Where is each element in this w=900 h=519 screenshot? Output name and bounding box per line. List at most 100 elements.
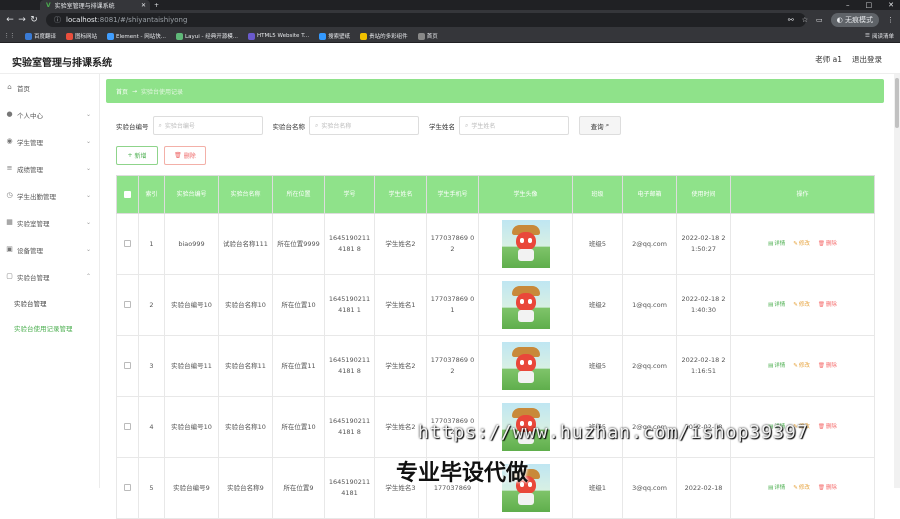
- bookmark-6-label: 贵站的多彩组件: [369, 34, 408, 40]
- row-checkbox[interactable]: [116, 274, 139, 336]
- apps-icon[interactable]: ⋮⋮: [4, 33, 15, 39]
- row-checkbox[interactable]: [116, 213, 139, 275]
- bookmark-3-label: Layui - 经典开源模...: [185, 34, 238, 40]
- col-header[interactable]: 电子邮箱: [622, 175, 677, 214]
- sidebar-item-profile[interactable]: ● 个人中心 ⌄: [0, 101, 99, 128]
- maximize-icon[interactable]: □: [866, 1, 873, 9]
- detail-button[interactable]: ▤ 详情: [768, 300, 785, 311]
- delete-button[interactable]: 🗑 删除: [164, 146, 206, 165]
- edit-button[interactable]: ✎ 修改: [793, 361, 810, 372]
- edit-button[interactable]: ✎ 修改: [793, 483, 810, 494]
- cell-name: 学生姓名2: [374, 335, 427, 397]
- row-delete-button[interactable]: 🗑 删除: [818, 483, 837, 494]
- row-delete-button[interactable]: 🗑 删除: [818, 361, 837, 372]
- sidebar-subitem-bench-manage[interactable]: 实验台管理: [0, 290, 99, 315]
- row-delete-label: 删除: [825, 484, 837, 491]
- add-button[interactable]: + 新增: [116, 146, 158, 165]
- tab-close-icon[interactable]: ✕: [141, 2, 146, 9]
- bookmark-5-label: 搜索壁纸: [328, 34, 351, 40]
- cell-index: 4: [138, 396, 165, 458]
- logout-link[interactable]: 退出登录: [852, 54, 882, 65]
- col-header[interactable]: 使用时间: [676, 175, 731, 214]
- reading-list[interactable]: ☰ 阅读清单: [865, 32, 894, 40]
- new-tab-icon[interactable]: +: [154, 0, 159, 10]
- col-header[interactable]: 实验台名称: [218, 175, 273, 214]
- detail-button[interactable]: ▤ 详情: [768, 483, 785, 494]
- cell-student-no: 16451902114181 8: [324, 396, 375, 458]
- query-button[interactable]: 查询 ⌕: [579, 116, 621, 135]
- cell-index: 3: [138, 335, 165, 397]
- col-header[interactable]: 实验台编号: [164, 175, 219, 214]
- close-window-icon[interactable]: ✕: [888, 1, 894, 9]
- cell-class: 班级5: [572, 335, 623, 397]
- col-header[interactable]: 学生手机号: [426, 175, 479, 214]
- bench-name-input[interactable]: ⌕ 实验台名称: [309, 116, 419, 135]
- page-scrollbar[interactable]: [894, 74, 900, 488]
- chevron-down-icon: ⌄: [85, 246, 91, 253]
- bookmark-2[interactable]: Element - 网站快...: [107, 32, 166, 40]
- sidebar-item-benches[interactable]: ▢ 实验台管理 ⌃: [0, 263, 99, 290]
- bookmark-6[interactable]: 贵站的多彩组件: [360, 32, 408, 40]
- cell-student-no: 16451902114181 1: [324, 274, 375, 336]
- col-header[interactable]: 所在位置: [272, 175, 325, 214]
- user-info: 老师 a1 退出登录: [815, 54, 882, 65]
- star-icon[interactable]: ☆: [802, 16, 808, 24]
- bookmark-7-icon: [417, 32, 425, 40]
- sidebar-item-labs[interactable]: ▦ 实验室管理 ⌄: [0, 209, 99, 236]
- home-icon: ⌂: [7, 83, 12, 91]
- breadcrumb-home[interactable]: 首页: [116, 87, 128, 96]
- minimize-icon[interactable]: –: [846, 1, 850, 9]
- url-input[interactable]: ⓘ localhost:8081/#/shiyantaishiyong: [46, 13, 806, 27]
- col-header[interactable]: 学生姓名: [374, 175, 427, 214]
- row-checkbox[interactable]: [116, 457, 139, 519]
- bookmark-1[interactable]: 图标网站: [66, 32, 97, 40]
- browser-tab[interactable]: V 实验室管理与排课系统 ✕: [40, 0, 150, 10]
- sidebar-subitem-bench-usage[interactable]: 实验台使用记录管理: [0, 315, 99, 340]
- cell-avatar: [478, 213, 573, 275]
- reload-icon[interactable]: ↻: [28, 15, 40, 25]
- query-button-label: 查询: [590, 122, 604, 131]
- sidebar-item-students[interactable]: ◉ 学生管理 ⌄: [0, 128, 99, 155]
- detail-button[interactable]: ▤ 详情: [768, 361, 785, 372]
- cell-bench-name: 实验台名称11: [218, 335, 273, 397]
- info-icon[interactable]: ⓘ: [54, 15, 61, 25]
- document-icon: ▤: [768, 301, 774, 308]
- edit-label: 修改: [798, 240, 810, 247]
- bookmark-0[interactable]: 百度翻译: [25, 32, 56, 40]
- col-header[interactable]: 班级: [572, 175, 623, 214]
- bookmark-3[interactable]: Layui - 经典开源模...: [176, 32, 238, 40]
- detail-label: 详情: [774, 362, 786, 369]
- bookmark-5[interactable]: 搜索壁纸: [319, 32, 350, 40]
- cell-phone: 177037869 02: [426, 213, 479, 275]
- scrollbar-thumb[interactable]: [895, 78, 899, 128]
- row-delete-button[interactable]: 🗑 删除: [818, 300, 837, 311]
- row-checkbox[interactable]: [116, 396, 139, 458]
- search-icon: ⌕: [465, 121, 469, 129]
- extensions-icon[interactable]: ▭: [816, 16, 823, 24]
- row-checkbox[interactable]: [116, 335, 139, 397]
- cast-icon[interactable]: ⚯: [788, 16, 794, 24]
- cell-class: 班级1: [572, 457, 623, 519]
- col-header[interactable]: 学号: [324, 175, 375, 214]
- bookmark-4[interactable]: HTML5 Website T...: [247, 32, 309, 40]
- select-all-checkbox[interactable]: [116, 175, 139, 214]
- row-delete-button[interactable]: 🗑 删除: [818, 239, 837, 250]
- bench-no-input[interactable]: ⌕ 实验台编号: [152, 116, 263, 135]
- sidebar-item-grades[interactable]: ≡ 成绩管理 ⌄: [0, 155, 99, 182]
- edit-button[interactable]: ✎ 修改: [793, 239, 810, 250]
- row-delete-button[interactable]: 🗑 删除: [818, 422, 837, 433]
- student-name-input[interactable]: ⌕ 学生姓名: [459, 116, 569, 135]
- sidebar-item-home[interactable]: ⌂ 首页: [0, 74, 99, 101]
- menu-icon[interactable]: ⋮: [887, 16, 894, 24]
- back-icon[interactable]: ←: [4, 15, 16, 25]
- detail-button[interactable]: ▤ 详情: [768, 239, 785, 250]
- col-header[interactable]: 索引: [138, 175, 165, 214]
- edit-button[interactable]: ✎ 修改: [793, 300, 810, 311]
- bookmark-0-icon: [25, 32, 32, 40]
- bookmark-7[interactable]: 首页: [417, 32, 438, 40]
- sidebar-item-attendance[interactable]: ◷ 学生出勤管理 ⌄: [0, 182, 99, 209]
- sidebar-item-devices[interactable]: ▣ 设备管理 ⌄: [0, 236, 99, 263]
- incognito-badge[interactable]: ◐ 无痕模式: [830, 13, 879, 27]
- forward-icon[interactable]: →: [16, 15, 28, 25]
- url-path: :8081/#/shiyantaishiyong: [97, 16, 188, 24]
